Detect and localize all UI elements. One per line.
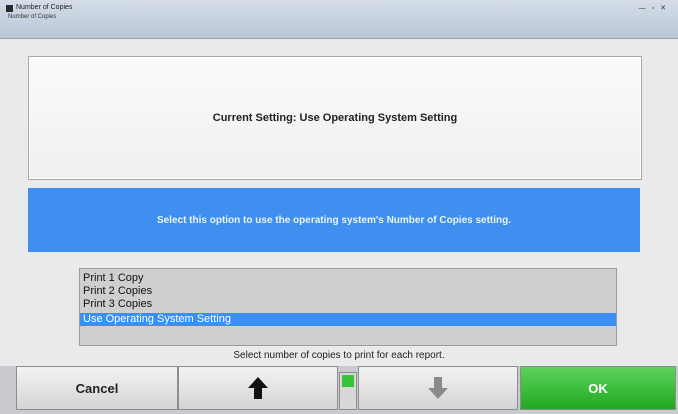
number-of-copies-window: Number of Copies Number of Copies — ▫ ✕ … bbox=[0, 0, 678, 414]
arrow-up-icon bbox=[248, 377, 268, 399]
cancel-button[interactable]: Cancel bbox=[16, 366, 178, 410]
move-up-button[interactable] bbox=[178, 366, 338, 410]
current-setting-label: Current Setting: Use Operating System Se… bbox=[212, 112, 458, 124]
move-down-button[interactable] bbox=[358, 366, 518, 410]
app-icon bbox=[6, 5, 13, 12]
list-item-print-3[interactable]: Print 3 Copies bbox=[80, 298, 616, 311]
list-item-use-os-setting[interactable]: Use Operating System Setting bbox=[80, 313, 616, 326]
cancel-label: Cancel bbox=[75, 380, 119, 396]
window-subtitle: Number of Copies bbox=[8, 14, 57, 20]
list-item-print-1[interactable]: Print 1 Copy bbox=[80, 272, 616, 285]
ok-label: OK bbox=[588, 380, 608, 396]
option-description-text: Select this option to use the operating … bbox=[156, 214, 512, 226]
instruction-hint: Select number of copies to print for eac… bbox=[233, 350, 445, 361]
indicator-thumb bbox=[342, 375, 354, 387]
title-bar: Number of Copies Number of Copies — ▫ ✕ bbox=[0, 0, 678, 39]
copies-listbox[interactable]: Print 1 Copy Print 2 Copies Print 3 Copi… bbox=[79, 268, 617, 346]
scroll-indicator[interactable] bbox=[339, 372, 357, 410]
ok-button[interactable]: OK bbox=[520, 366, 676, 410]
option-description-bar: Select this option to use the operating … bbox=[28, 188, 640, 252]
window-controls[interactable]: — ▫ ✕ bbox=[639, 4, 668, 12]
arrow-down-icon bbox=[428, 377, 448, 399]
list-item-print-2[interactable]: Print 2 Copies bbox=[80, 285, 616, 298]
window-title: Number of Copies bbox=[16, 4, 73, 11]
current-setting-panel: Current Setting: Use Operating System Se… bbox=[28, 56, 642, 180]
